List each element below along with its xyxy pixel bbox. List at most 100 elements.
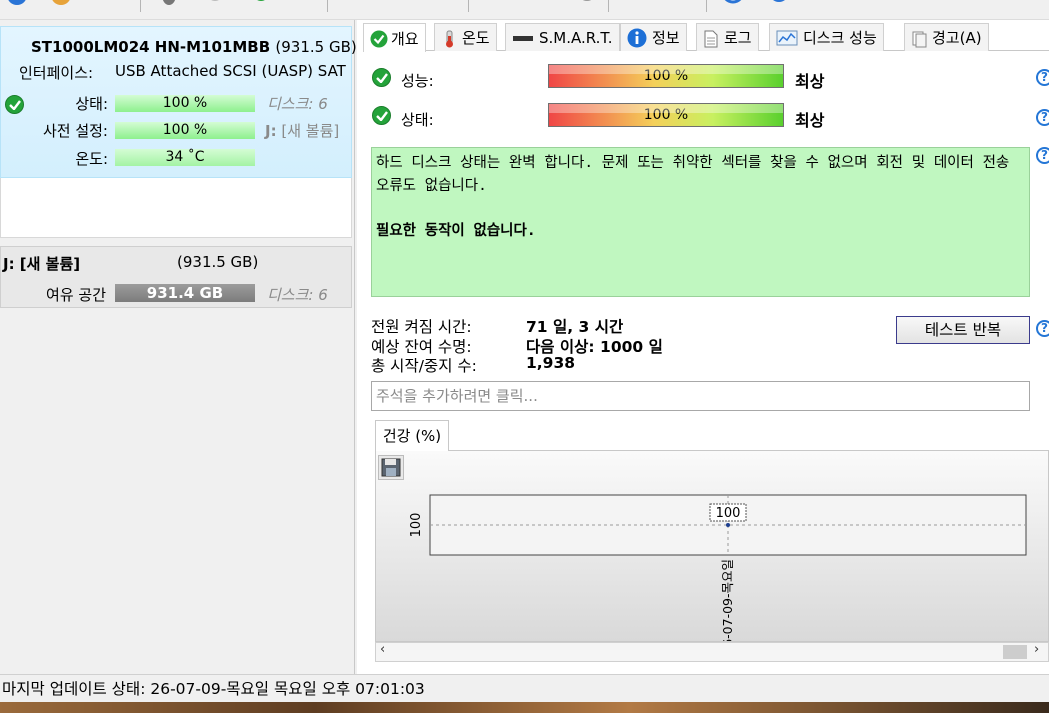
toolbar-separator	[468, 0, 469, 12]
status-bar: 마지막 업데이트 상태: 26-07-09-목요일 목요일 오후 07:01:0…	[0, 674, 1049, 702]
book-icon[interactable]	[480, 0, 502, 8]
power-on-label: 전원 켜짐 시간:	[371, 318, 472, 336]
details-panel: 개요 온도 S.M.A.R.T. 정보 로그 디스크 성능 경고(A) 성능: …	[357, 20, 1049, 674]
tool-icon[interactable]	[158, 0, 180, 8]
status-ok-icon	[5, 95, 24, 114]
retest-help-icon[interactable]: ?	[1036, 320, 1049, 337]
toolbar-separator	[608, 0, 609, 12]
chart-icon	[776, 30, 798, 46]
computer-icon[interactable]	[338, 0, 360, 8]
preset-note: J: [새 볼륨]	[265, 120, 339, 141]
preset-note-drive: J:	[265, 122, 277, 140]
check-icon	[370, 30, 388, 48]
tab-label: 개요	[391, 29, 419, 48]
toolbar-separator	[327, 0, 328, 12]
info-icon	[627, 28, 647, 48]
refresh-icon[interactable]	[6, 0, 28, 8]
tab-label: 디스크 성능	[803, 29, 877, 47]
data-point	[726, 523, 730, 527]
performance-label: 성능:	[401, 72, 434, 90]
disc-icon[interactable]	[576, 0, 598, 8]
toolbar-separator	[706, 0, 707, 12]
health-help-icon[interactable]: ?	[1036, 109, 1049, 126]
help-icon[interactable]	[722, 0, 744, 8]
scroll-thumb[interactable]	[1003, 645, 1027, 659]
disk-list-panel: ST1000LM024 HN-M101MBB (931.5 GB) 인터페이스:…	[0, 20, 357, 674]
tab-label: S.M.A.R.T.	[539, 28, 613, 47]
monitor-icon[interactable]	[96, 0, 118, 8]
health-chart-area: 100 26-07-09-목요일 100	[375, 450, 1049, 642]
free-space-bar: 931.4 GB	[115, 284, 255, 302]
start-stop-label: 총 시작/중지 수:	[371, 357, 477, 375]
folder-icon[interactable]	[50, 0, 72, 8]
performance-help-icon[interactable]: ?	[1036, 69, 1049, 86]
preset-bar: 100 %	[115, 122, 255, 139]
volume-card[interactable]: J: [새 볼륨] (931.5 GB) 여유 공간 931.4 GB 디스크:…	[0, 246, 352, 308]
drive-icon[interactable]	[380, 0, 402, 8]
tab-disk-performance[interactable]: 디스크 성능	[769, 23, 884, 51]
tab-info[interactable]: 정보	[620, 23, 687, 51]
health-bar: 100 %	[548, 103, 784, 127]
interface-value: USB Attached SCSI (UASP) SAT	[115, 62, 346, 80]
performance-ok-icon	[372, 68, 391, 87]
tab-label: 경고(A)	[932, 29, 982, 47]
disk-capacity: (931.5 GB)	[275, 38, 357, 56]
retest-button[interactable]: 테스트 반복	[896, 316, 1030, 344]
free-space-label: 여유 공간	[46, 286, 106, 304]
health-chart-tab[interactable]: 건강 (%)	[375, 420, 449, 451]
status-bar: 100 %	[115, 95, 255, 112]
tab-label: 온도	[462, 29, 490, 47]
clipboard-icon	[911, 30, 927, 47]
disk-model: ST1000LM024 HN-M101MBB	[31, 38, 271, 56]
disk-icon[interactable]	[204, 0, 226, 8]
health-message: 하드 디스크 상태는 완벽 합니다. 문제 또는 취약한 섹터를 찾을 수 없으…	[376, 155, 1018, 194]
health-message-box: 하드 디스크 상태는 완벽 합니다. 문제 또는 취약한 섹터를 찾을 수 없으…	[371, 147, 1030, 297]
toolbar	[0, 0, 1049, 20]
scroll-left-arrow-icon[interactable]: ‹	[380, 642, 385, 657]
performance-grade: 최상	[795, 72, 825, 91]
performance-bar: 100 %	[548, 64, 784, 88]
health-chart: 100 26-07-09-목요일 100	[409, 494, 1027, 641]
shield-check-icon[interactable]	[250, 0, 272, 8]
health-ok-icon	[372, 106, 391, 125]
tab-temperature[interactable]: 온도	[434, 23, 497, 51]
tab-label: 로그	[724, 29, 752, 47]
tab-bar: 개요 온도 S.M.A.R.T. 정보 로그 디스크 성능 경고(A)	[363, 23, 1049, 52]
temperature-label: 온도:	[75, 150, 108, 168]
health-grade: 최상	[795, 111, 825, 130]
health-label: 상태:	[401, 111, 434, 129]
interface-label: 인터페이스:	[19, 64, 94, 82]
desktop-background	[0, 702, 1049, 713]
power-on-value: 71 일, 3 시간	[526, 318, 624, 336]
toolbar-separator	[140, 0, 141, 12]
info-icon[interactable]	[768, 0, 790, 8]
status-label: 상태:	[75, 95, 108, 113]
disk-card[interactable]: ST1000LM024 HN-M101MBB (931.5 GB) 인터페이스:…	[0, 26, 357, 178]
volume-name: J: [새 볼륨]	[3, 255, 81, 273]
plugin-icon[interactable]	[622, 0, 644, 8]
volume-disk-note: 디스크: 6	[267, 286, 328, 304]
mail-icon[interactable]	[522, 0, 544, 8]
disk-card-empty-area	[0, 178, 352, 238]
chart-horizontal-scrollbar[interactable]: ‹ ›	[375, 642, 1049, 662]
y-tick-label: 100	[409, 513, 424, 538]
tab-alerts[interactable]: 경고(A)	[904, 23, 989, 51]
preset-note-name: [새 볼륨]	[281, 122, 340, 140]
drive-stack-icon[interactable]	[424, 0, 446, 8]
tab-overview[interactable]: 개요	[363, 23, 426, 52]
tab-smart[interactable]: S.M.A.R.T.	[505, 23, 620, 51]
status-disk-note: 디스크: 6	[267, 95, 328, 113]
scroll-right-arrow-icon[interactable]: ›	[1034, 642, 1039, 657]
wrench-icon[interactable]	[668, 0, 690, 8]
temperature-bar: 34 ˚C	[115, 149, 255, 166]
x-tick-label: 26-07-09-목요일	[720, 559, 735, 641]
note-input[interactable]: 주석을 추가하려면 클릭...	[371, 381, 1030, 411]
preset-label: 사전 설정:	[42, 122, 108, 140]
search-icon[interactable]	[294, 0, 316, 8]
tab-log[interactable]: 로그	[696, 23, 759, 51]
tab-label: 정보	[652, 29, 680, 47]
message-help-icon[interactable]: ?	[1036, 147, 1049, 164]
start-stop-value: 1,938	[526, 354, 576, 372]
drive-icon	[512, 30, 534, 46]
document-icon	[703, 30, 719, 47]
